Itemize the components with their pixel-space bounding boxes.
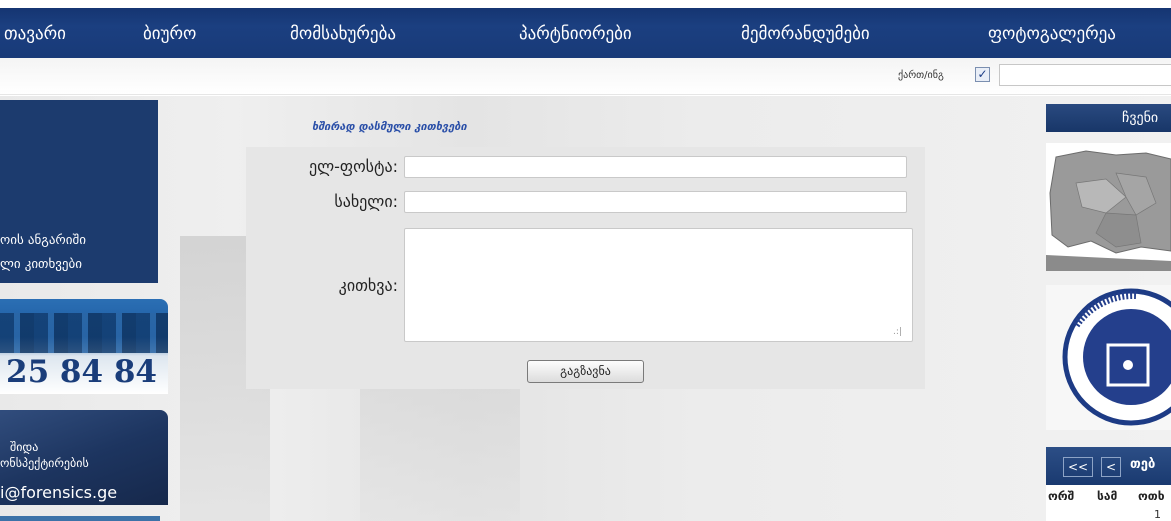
nav-item-services[interactable]: მომსახურება xyxy=(290,24,396,44)
calendar-date-cell[interactable]: 1 xyxy=(1154,508,1161,521)
calendar-day-header: სამ xyxy=(1097,489,1118,503)
seal-logo xyxy=(1062,288,1171,426)
question-textarea[interactable] xyxy=(404,228,913,342)
calendar-prev-month-button[interactable]: < xyxy=(1101,457,1121,477)
calendar-day-header: ორშ xyxy=(1048,489,1075,503)
question-label: კითხვა: xyxy=(338,276,398,295)
nav-item-bureau[interactable]: ბიურო xyxy=(143,24,196,44)
calendar-prev-year-button[interactable]: << xyxy=(1063,457,1093,477)
city-skyline-image xyxy=(0,313,168,353)
faq-link[interactable]: ხშირად დასმული კითხვები xyxy=(312,120,467,133)
submit-button[interactable]: გაგზავნა xyxy=(527,360,644,383)
inspection-banner[interactable]: შიდა ონსპექტირების i@forensics.ge xyxy=(0,410,168,505)
email-field[interactable] xyxy=(404,156,907,178)
resize-grip-icon[interactable]: .:| xyxy=(893,327,902,337)
hotline-number: 25 84 84 xyxy=(6,354,158,390)
contact-email: i@forensics.ge xyxy=(0,483,118,502)
nav-item-partners[interactable]: პარტნიორები xyxy=(519,24,632,44)
right-block-header: ჩვენი xyxy=(1046,104,1171,132)
name-field[interactable] xyxy=(404,191,907,213)
banner-title-line2: ონსპექტირების xyxy=(0,456,89,470)
top-stripe xyxy=(0,0,1171,8)
calendar-month-title: თებ xyxy=(1130,457,1156,472)
left-bottom-banner xyxy=(0,516,160,521)
search-bar: ქართ/ინგ ✓ xyxy=(0,58,1171,95)
nav-item-photo-gallery[interactable]: ფოტოგალერეა xyxy=(988,24,1116,44)
calendar-header: << < თებ xyxy=(1046,447,1171,485)
keyboard-toggle-checkbox[interactable]: ✓ xyxy=(975,67,990,82)
top-navigation: თავარი ბიურო მომსახურება პარტნიორები მემ… xyxy=(0,0,1171,58)
left-menu-panel: ოის ანგარიში ლი კითხვები xyxy=(0,100,158,283)
right-header-title: ჩვენი xyxy=(1122,110,1159,126)
banner-title-line1: შიდა xyxy=(10,440,39,454)
email-label: ელ-ფოსტა: xyxy=(308,157,398,176)
calendar-day-header: ოთხ xyxy=(1138,489,1165,503)
name-label: სახელი: xyxy=(334,192,398,211)
nav-item-home[interactable]: თავარი xyxy=(4,24,66,44)
bureau-seal[interactable] xyxy=(1046,285,1171,430)
keyboard-toggle-label: ქართ/ინგ xyxy=(898,70,944,81)
hotline-banner[interactable]: 25 84 84 xyxy=(0,299,168,394)
left-link-annual-report[interactable]: ოის ანგარიში xyxy=(0,233,86,248)
georgia-map[interactable] xyxy=(1046,143,1171,271)
map-icon xyxy=(1046,143,1171,271)
left-link-faq[interactable]: ლი კითხვები xyxy=(0,257,82,272)
nav-item-memorandums[interactable]: მემორანდუმები xyxy=(741,24,870,44)
calendar-grid: ორშ სამ ოთხ 1 xyxy=(1046,485,1171,521)
search-input[interactable] xyxy=(999,64,1171,86)
